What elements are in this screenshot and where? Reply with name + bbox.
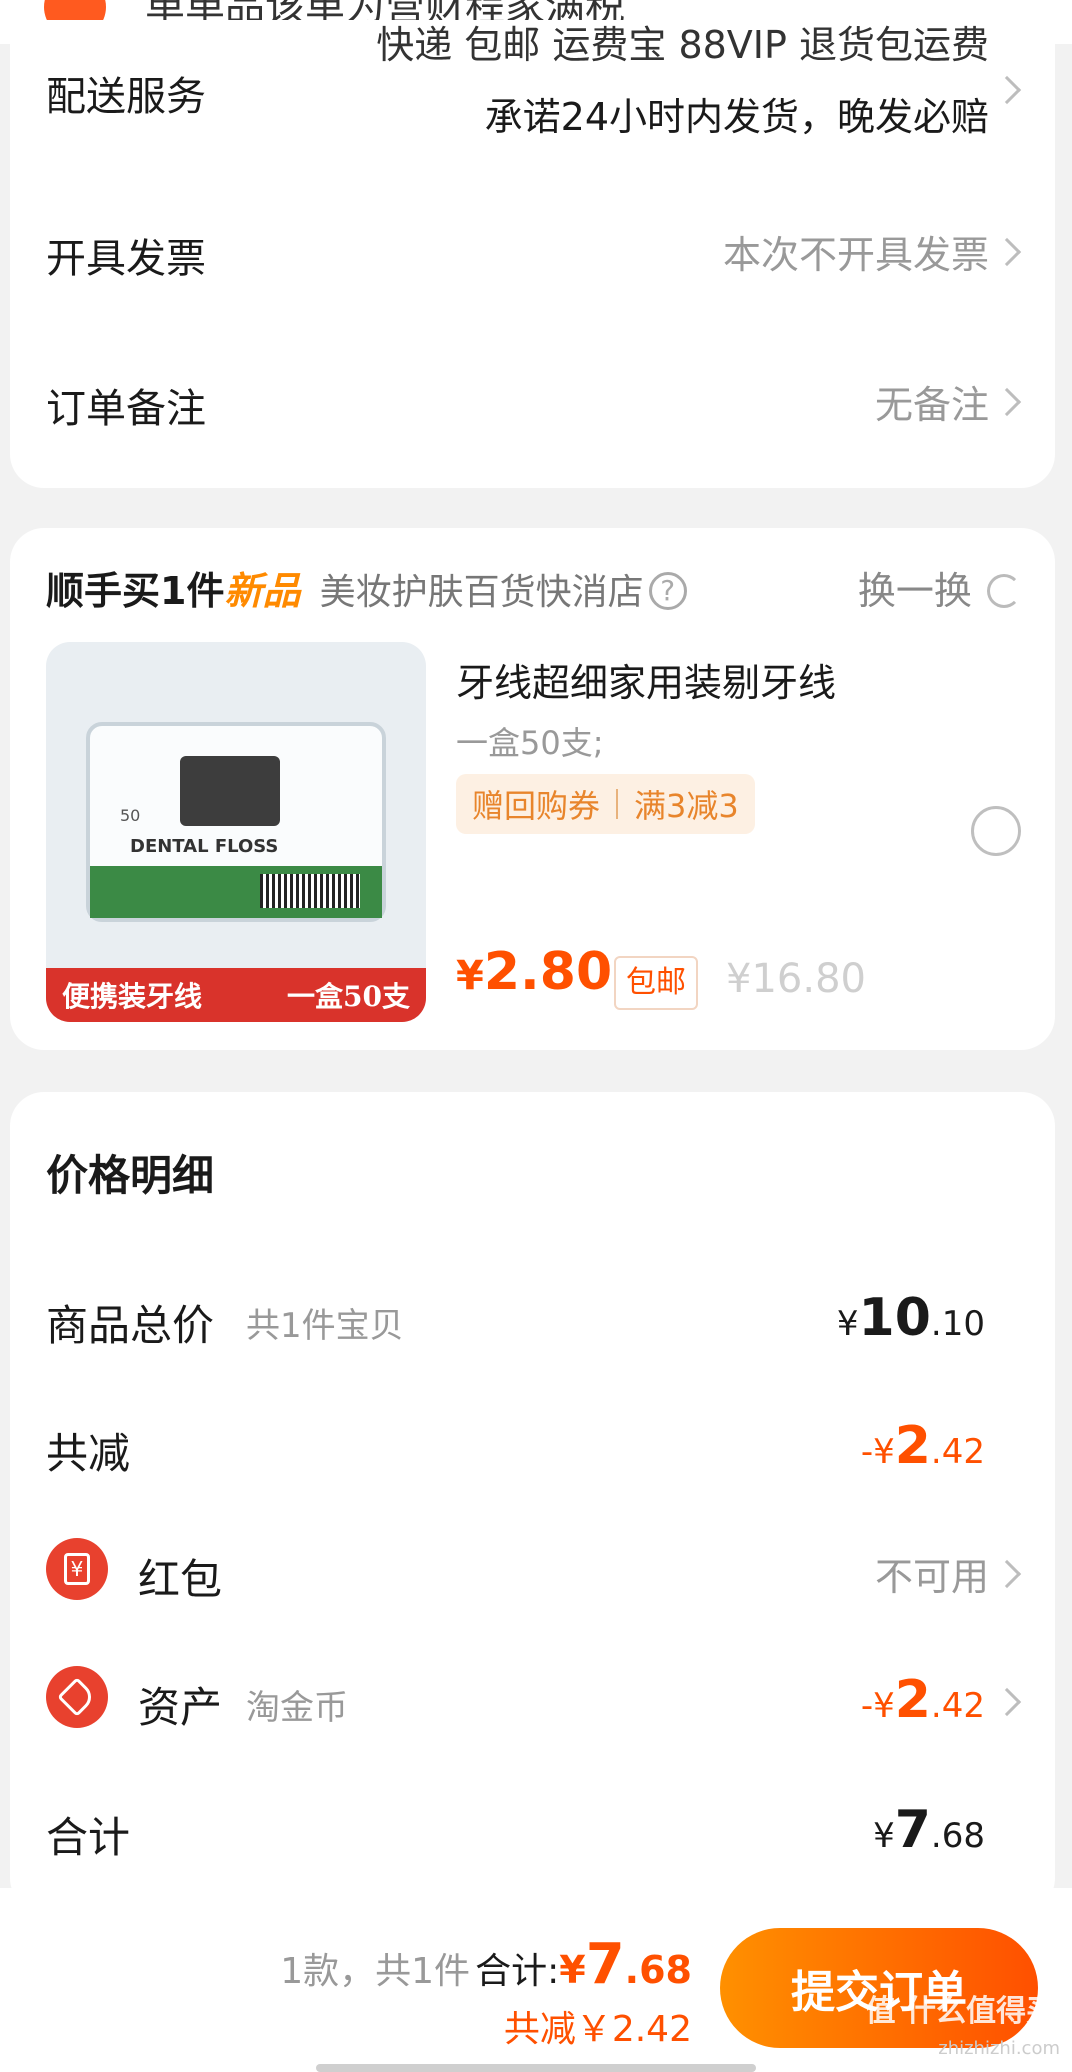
product-banner: 便携装牙线 一盒50支 xyxy=(46,968,426,1022)
currency-symbol: -¥ xyxy=(860,1432,895,1472)
floss-count-text: 50 xyxy=(120,806,141,825)
price-value: 2.80 xyxy=(483,942,613,1002)
tag-icon xyxy=(46,1666,108,1728)
checkout-bar: 1款，共1件 合计:¥7.68 共减￥2.42 提交订单 值 什么值得买 zhi… xyxy=(0,1888,1072,2072)
goods-total-label: 商品总价 xyxy=(46,1301,215,1350)
price-int: 2 xyxy=(894,1416,931,1476)
barcode-icon xyxy=(260,874,360,908)
chevron-right-icon xyxy=(992,237,1022,267)
banner-right-text: 一盒50支 xyxy=(287,980,410,1013)
total-label: 合计 xyxy=(46,1813,131,1862)
floss-box-window xyxy=(180,756,280,826)
watermark-url: zhizhizhi.com xyxy=(938,2038,1060,2059)
original-price: ¥16.80 xyxy=(726,956,866,1002)
price-int: 2 xyxy=(894,1670,931,1730)
invoice-label: 开具发票 xyxy=(46,236,206,282)
addon-card: 顺手买1件新品 美妆护肤百货快消店 ? 换一换 50 DENTAL FLOSS … xyxy=(10,528,1055,1050)
total-label-footer: 合计: xyxy=(475,1951,560,1992)
chevron-right-icon xyxy=(992,1559,1022,1589)
red-packet-glyph: ¥ xyxy=(64,1553,90,1585)
goods-total-value: ¥10.10 xyxy=(837,1288,985,1348)
floss-box-illustration: 50 DENTAL FLOSS xyxy=(86,722,386,922)
refresh-icon xyxy=(987,574,1021,608)
price-dec: .10 xyxy=(930,1304,985,1344)
price-int: 7 xyxy=(894,1800,931,1860)
remark-label: 订单备注 xyxy=(46,386,206,432)
total-value: ¥7.68 xyxy=(873,1800,985,1860)
delivery-promise: 承诺24小时内发货，晚发必赔 xyxy=(484,95,989,139)
invoice-value: 本次不开具发票 xyxy=(722,233,989,277)
floss-box-text: DENTAL FLOSS xyxy=(130,836,279,857)
checkout-summary: 1款，共1件 合计:¥7.68 xyxy=(280,1932,692,1997)
assets-label: 资产 xyxy=(138,1683,223,1732)
delivery-label: 配送服务 xyxy=(46,74,206,120)
product-price: ¥2.80 xyxy=(456,942,612,1002)
price-detail-card: 价格明细 商品总价 共1件宝贝 ¥10.10 共减 -¥2.42 ¥ 红包 不可… xyxy=(10,1092,1055,1912)
item-count: 1款，共1件 xyxy=(280,1951,471,1992)
currency-symbol: -¥ xyxy=(860,1686,895,1726)
order-options-card: 配送服务 快递 包邮 运费宝 88VIP 退货包运费 承诺24小时内发货，晚发必… xyxy=(10,20,1055,488)
addon-title: 顺手买1件 xyxy=(46,569,225,613)
price-dec: .42 xyxy=(930,1432,985,1472)
delivery-line1: 快递 包邮 运费宝 88VIP 退货包运费 xyxy=(376,23,989,67)
product-name[interactable]: 牙线超细家用装剔牙线 xyxy=(456,652,836,707)
question-circle-icon[interactable]: ? xyxy=(648,572,687,610)
product-image[interactable]: 50 DENTAL FLOSS 便携装牙线 一盒50支 xyxy=(46,642,426,1022)
assets-sub: 淘金币 xyxy=(246,1688,348,1728)
currency-symbol: ¥ xyxy=(836,1304,859,1344)
shipping-badge: 包邮 xyxy=(614,956,698,1010)
redpacket-value: 不可用 xyxy=(874,1555,989,1599)
coupon-tag-return: 赠回购券 xyxy=(472,787,601,825)
price-dec: .68 xyxy=(930,1816,985,1856)
footer-total-dec: .68 xyxy=(624,1948,692,1992)
banner-left-text: 便携装牙线 xyxy=(62,980,203,1013)
currency-symbol: ¥ xyxy=(873,1816,895,1856)
chevron-right-icon xyxy=(992,387,1022,417)
remark-value: 无备注 xyxy=(874,383,989,427)
discount-value: -¥2.42 xyxy=(861,1416,985,1476)
home-indicator xyxy=(316,2064,756,2072)
product-spec[interactable]: 一盒50支; xyxy=(456,718,604,764)
refresh-button[interactable]: 换一换 xyxy=(858,560,1021,615)
price-int: 10 xyxy=(858,1288,931,1348)
footer-saved: 共减￥2.42 xyxy=(503,2009,692,2050)
goods-total-sub: 共1件宝贝 xyxy=(246,1306,404,1346)
redpacket-label: 红包 xyxy=(138,1555,223,1604)
select-radio[interactable] xyxy=(971,806,1021,856)
coupon-tags: 赠回购券 满3减3 xyxy=(456,774,755,834)
price-symbol: ¥ xyxy=(456,953,484,999)
price-dec: .42 xyxy=(930,1686,985,1726)
store-name: 美妆护肤百货快消店 xyxy=(319,572,644,613)
watermark-logo: 值 什么值得买 xyxy=(865,1994,1056,2029)
coupon-divider xyxy=(616,789,619,819)
coupon-tag-discount: 满3减3 xyxy=(634,787,739,825)
footer-currency: ¥ xyxy=(559,1948,586,1992)
footer-total-int: 7 xyxy=(585,1932,625,1997)
discount-label: 共减 xyxy=(46,1429,131,1478)
refresh-label: 换一换 xyxy=(857,569,972,613)
assets-value: -¥2.42 xyxy=(861,1670,985,1730)
red-packet-icon: ¥ xyxy=(46,1538,108,1600)
new-tag: 新品 xyxy=(224,569,301,613)
tag-glyph xyxy=(57,1677,97,1717)
addon-header: 顺手买1件新品 美妆护肤百货快消店 ? xyxy=(46,560,687,615)
chevron-right-icon xyxy=(992,1687,1022,1717)
price-detail-title: 价格明细 xyxy=(46,1151,215,1200)
chevron-right-icon xyxy=(992,75,1022,105)
